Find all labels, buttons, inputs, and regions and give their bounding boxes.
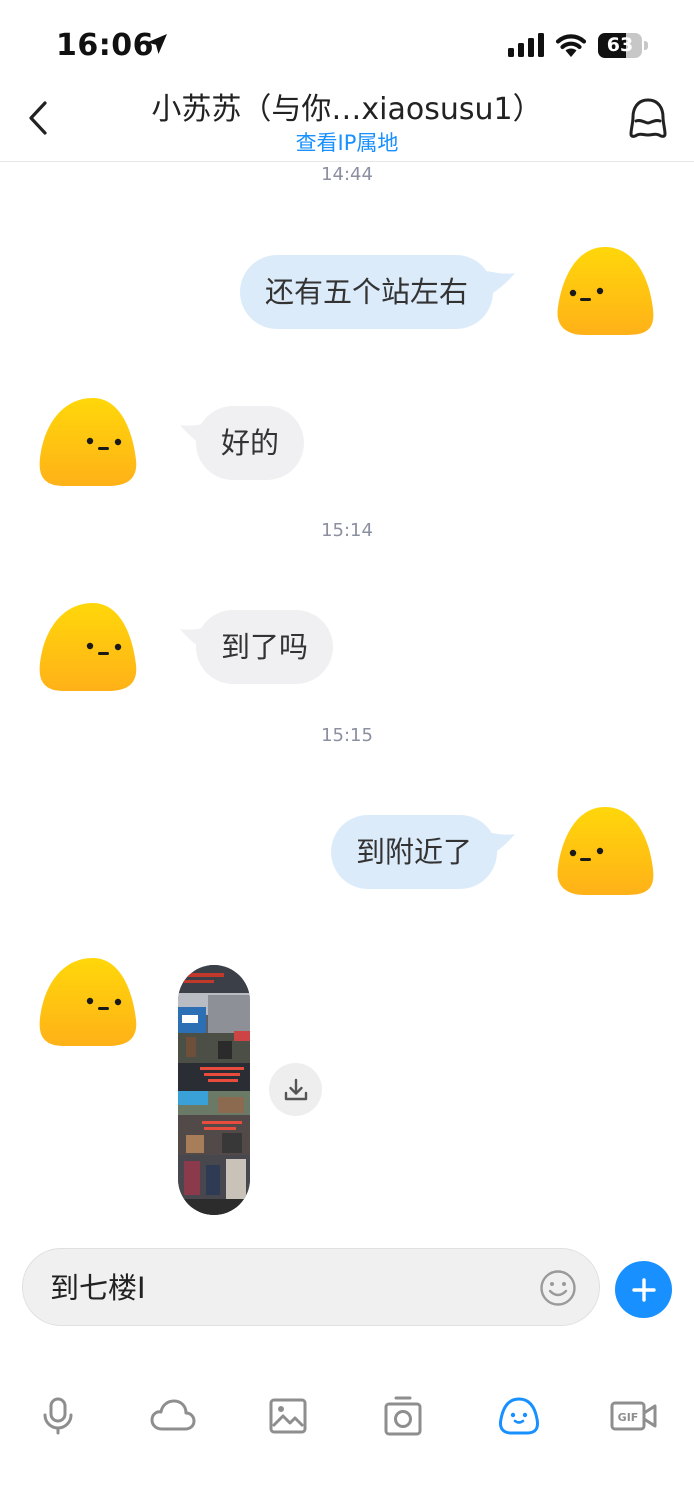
download-image-button[interactable] [269, 1063, 322, 1116]
battery-icon: 63 [598, 33, 648, 58]
message-bubble-outgoing[interactable]: 还有五个站左右 [240, 255, 494, 329]
timestamp: 15:15 [321, 725, 373, 746]
status-bar: 16:06 63 [0, 0, 694, 80]
camera-button[interactable] [378, 1388, 428, 1444]
image-message[interactable] [178, 965, 250, 1215]
battery-level: 63 [606, 34, 634, 56]
profile-button[interactable] [626, 96, 670, 140]
street-photo-collage [178, 965, 250, 1215]
download-icon [284, 1078, 307, 1100]
voice-button[interactable] [33, 1388, 83, 1444]
emoji-button[interactable] [539, 1269, 577, 1307]
timestamp: 15:14 [321, 520, 373, 541]
contact-avatar[interactable] [38, 396, 138, 488]
plus-icon [631, 1277, 656, 1302]
status-time: 16:06 [56, 28, 154, 63]
camera-icon [384, 1396, 422, 1436]
message-input-text: 到七楼I [50, 1271, 146, 1305]
emoji-face-icon [499, 1397, 539, 1435]
gif-video-icon: GIF [610, 1401, 657, 1431]
input-toolbar: GIF [0, 1388, 694, 1448]
svg-text:GIF: GIF [618, 1411, 639, 1424]
message-bubble-incoming[interactable]: 好的 [196, 406, 305, 480]
contact-avatar[interactable] [38, 601, 138, 693]
message-bubble-outgoing[interactable]: 到附近了 [331, 815, 498, 889]
chat-header: 小苏苏（与你…xiaosusu1） 查看IP属地 [0, 80, 694, 162]
signal-icon [508, 33, 544, 57]
my-avatar[interactable] [555, 805, 655, 897]
location-arrow-icon [147, 34, 167, 54]
ghost-profile-icon [629, 98, 667, 138]
chat-title[interactable]: 小苏苏（与你…xiaosusu1） [0, 84, 694, 128]
cloud-button[interactable] [148, 1388, 198, 1444]
microphone-icon [43, 1397, 73, 1435]
cloud-icon [150, 1399, 196, 1431]
message-bubble-incoming[interactable]: 到了吗 [196, 610, 334, 684]
contact-avatar[interactable] [38, 956, 138, 1048]
more-options-button[interactable] [615, 1261, 672, 1318]
view-ip-location-link[interactable]: 查看IP属地 [0, 127, 694, 157]
image-icon [269, 1398, 307, 1434]
wifi-icon [555, 34, 587, 57]
timestamp: 14:44 [321, 164, 373, 185]
emoticon-tab-button[interactable] [494, 1388, 544, 1444]
my-avatar[interactable] [555, 245, 655, 337]
message-input[interactable]: 到七楼I [22, 1248, 600, 1326]
gif-video-button[interactable]: GIF [609, 1388, 659, 1444]
gallery-button[interactable] [263, 1388, 313, 1444]
